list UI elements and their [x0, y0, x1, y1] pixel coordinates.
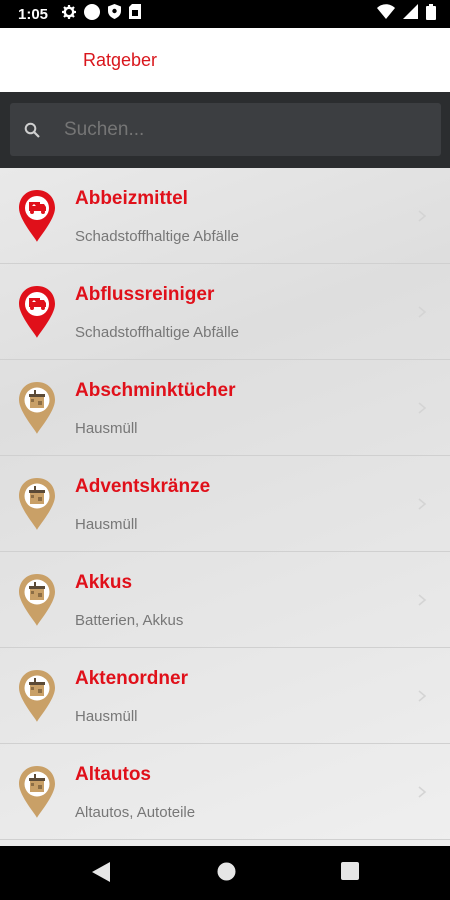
- battery-icon: [426, 3, 436, 25]
- search-icon[interactable]: [22, 120, 42, 140]
- shield-icon: [108, 4, 122, 24]
- item-name: Adventskränze: [75, 476, 211, 497]
- signal-icon: [403, 4, 418, 24]
- item-name: Altautos: [75, 764, 151, 785]
- system-nav-bar: [0, 846, 450, 900]
- status-time: 1:05: [18, 5, 49, 23]
- chevron-right-icon: [415, 208, 429, 224]
- page-title: Ratgeber: [83, 49, 158, 70]
- item-category: Schadstoffhaltige Abfälle: [75, 228, 240, 245]
- results-list: Abbeizmittel Schadstoffhaltige Abfälle Abf…: [0, 168, 450, 846]
- back-icon[interactable]: [92, 862, 110, 887]
- item-category: Hausmüll: [75, 708, 138, 725]
- sim-icon: [129, 4, 142, 24]
- item-name: Abbeizmittel: [75, 188, 188, 209]
- item-category: Hausmüll: [75, 516, 138, 533]
- list-item[interactable]: Abbeizmittel Schadstoffhaltige Abfälle: [0, 168, 450, 264]
- list-item[interactable]: Adventskränze Hausmüll: [0, 456, 450, 552]
- chevron-right-icon: [415, 400, 429, 416]
- wifi-icon: [377, 4, 395, 24]
- recents-icon[interactable]: [341, 862, 359, 885]
- list-item[interactable]: Abflussreiniger Schadstoffhaltige Abfälle: [0, 264, 450, 360]
- chevron-right-icon: [415, 304, 429, 320]
- item-category: Hausmüll: [75, 420, 138, 437]
- chevron-right-icon: [415, 784, 429, 800]
- waste-bin-pin-icon: [17, 476, 57, 532]
- app-bar: Ratgeber: [0, 28, 450, 92]
- item-category: Schadstoffhaltige Abfälle: [75, 324, 240, 341]
- search-bar: [0, 92, 450, 168]
- home-icon[interactable]: [217, 862, 236, 886]
- item-category: Altautos, Autoteile: [75, 804, 196, 821]
- search-box[interactable]: [10, 103, 441, 156]
- list-item[interactable]: Abschminktücher Hausmüll: [0, 360, 450, 456]
- list-item[interactable]: Aktenordner Hausmüll: [0, 648, 450, 744]
- waste-bin-pin-icon: [17, 380, 57, 436]
- item-name: Aktenordner: [75, 668, 188, 689]
- waste-bin-pin-icon: [17, 764, 57, 820]
- chevron-right-icon: [415, 688, 429, 704]
- item-name: Abschminktücher: [75, 380, 236, 401]
- hazardous-truck-pin-icon: [17, 284, 57, 340]
- item-category: Batterien, Akkus: [75, 612, 184, 629]
- item-name: Abflussreiniger: [75, 284, 215, 305]
- circle-icon: [84, 3, 101, 25]
- chevron-right-icon: [415, 496, 429, 512]
- status-bar: 1:05: [0, 0, 450, 28]
- list-item[interactable]: Altautos Altautos, Autoteile: [0, 744, 450, 840]
- hazardous-truck-pin-icon: [17, 188, 57, 244]
- chevron-right-icon: [415, 592, 429, 608]
- gear-icon: [62, 4, 77, 24]
- waste-bin-pin-icon: [17, 572, 57, 628]
- waste-bin-pin-icon: [17, 668, 57, 724]
- search-input[interactable]: [64, 118, 394, 141]
- list-item[interactable]: Akkus Batterien, Akkus: [0, 552, 450, 648]
- item-name: Akkus: [75, 572, 133, 593]
